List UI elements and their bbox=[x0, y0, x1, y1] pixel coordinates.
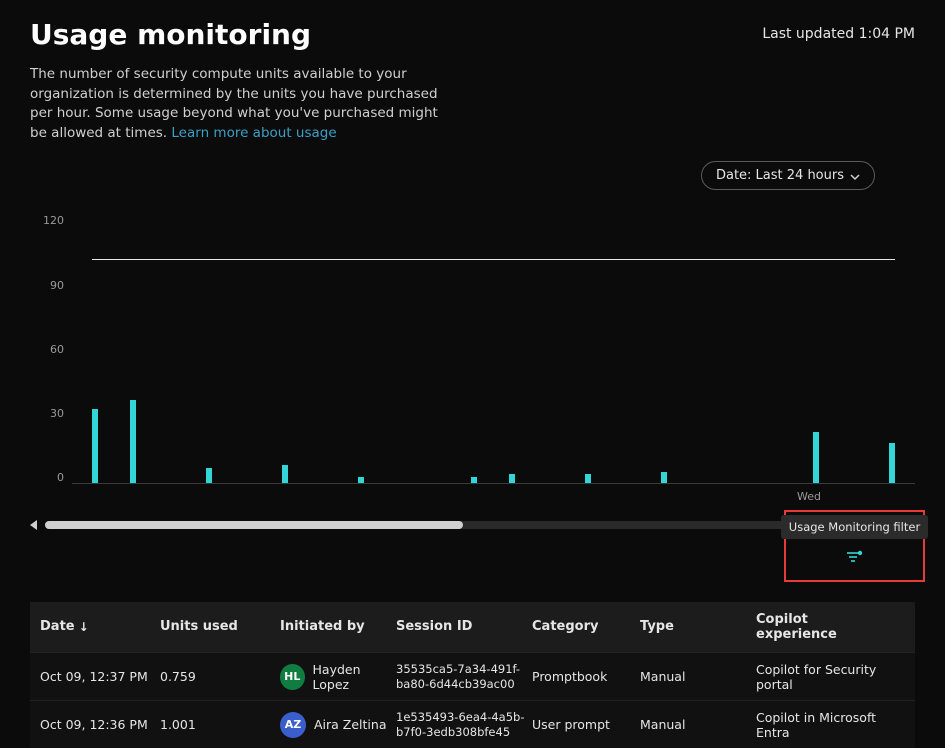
cell-session: 1e535493-6ea4-4a5b-b7f0-3edb308bfe45 bbox=[396, 710, 532, 739]
chart-bar[interactable] bbox=[585, 474, 591, 483]
cell-date: Oct 09, 12:37 PM bbox=[40, 669, 160, 684]
date-range-label: Date: Last 24 hours bbox=[716, 168, 844, 183]
filter-button[interactable] bbox=[846, 549, 864, 568]
cell-initiated: HL Hayden Lopez bbox=[280, 662, 396, 692]
col-session[interactable]: Session ID bbox=[396, 619, 532, 635]
table-header: Date ↓ Units used Initiated by Session I… bbox=[30, 602, 915, 652]
col-type[interactable]: Type bbox=[640, 619, 756, 635]
initiated-name: Aira Zeltina bbox=[314, 717, 386, 732]
col-copilot[interactable]: Copilot experience bbox=[756, 612, 886, 643]
filter-tooltip: Usage Monitoring filter bbox=[781, 515, 928, 539]
chart-y-tick: 0 bbox=[30, 471, 64, 484]
col-date[interactable]: Date ↓ bbox=[40, 619, 160, 635]
learn-more-link[interactable]: Learn more about usage bbox=[171, 125, 336, 141]
chart-bar[interactable] bbox=[661, 472, 667, 483]
table-row[interactable]: Oct 09, 12:36 PM1.001AZ Aira Zeltina 1e535… bbox=[30, 700, 915, 748]
chart-bars bbox=[92, 214, 895, 483]
chart-bar[interactable] bbox=[130, 400, 136, 483]
col-units[interactable]: Units used bbox=[160, 619, 280, 635]
cell-category: Promptbook bbox=[532, 669, 640, 684]
cell-units: 1.001 bbox=[160, 717, 280, 732]
chart-bar[interactable] bbox=[358, 477, 364, 484]
last-updated-label: Last updated 1:04 PM bbox=[762, 26, 915, 42]
cell-units: 0.759 bbox=[160, 669, 280, 684]
cell-copilot: Copilot for Security portal bbox=[756, 662, 886, 692]
cell-copilot: Copilot in Microsoft Entra bbox=[756, 710, 886, 740]
chart-bar[interactable] bbox=[206, 468, 212, 484]
chart-bar[interactable] bbox=[92, 409, 98, 483]
chevron-down-icon bbox=[850, 171, 860, 181]
chart-y-tick: 30 bbox=[30, 407, 64, 420]
sort-down-icon: ↓ bbox=[79, 620, 89, 634]
chart-bar[interactable] bbox=[509, 474, 515, 483]
scroll-left-icon[interactable] bbox=[30, 520, 37, 530]
filter-icon bbox=[846, 550, 864, 564]
avatar: AZ bbox=[280, 712, 306, 738]
chart-y-axis: 120 90 60 30 0 bbox=[30, 214, 64, 484]
chart-bar[interactable] bbox=[282, 465, 288, 483]
cell-type: Manual bbox=[640, 717, 756, 732]
chart-bar[interactable] bbox=[889, 443, 895, 484]
chart-bar[interactable] bbox=[471, 477, 477, 484]
chart-x-axis: Wed bbox=[72, 490, 915, 506]
chart-bar[interactable] bbox=[813, 432, 819, 484]
page-title: Usage monitoring bbox=[30, 18, 311, 51]
col-category[interactable]: Category bbox=[532, 619, 640, 635]
table-row[interactable]: Oct 09, 12:37 PM0.759HL Hayden Lopez35535… bbox=[30, 652, 915, 700]
avatar: HL bbox=[280, 664, 305, 690]
usage-chart: 120 90 60 30 0 Wed bbox=[30, 214, 915, 514]
chart-x-label: Wed bbox=[797, 490, 821, 503]
usage-table: Date ↓ Units used Initiated by Session I… bbox=[30, 602, 915, 748]
date-range-filter[interactable]: Date: Last 24 hours bbox=[701, 161, 875, 190]
cell-category: User prompt bbox=[532, 717, 640, 732]
chart-y-tick: 60 bbox=[30, 343, 64, 356]
initiated-name: Hayden Lopez bbox=[313, 662, 396, 692]
col-initiated[interactable]: Initiated by bbox=[280, 619, 396, 635]
scrollbar-thumb[interactable] bbox=[45, 521, 463, 529]
description-text: The number of security compute units ava… bbox=[0, 51, 480, 143]
chart-plot-area bbox=[72, 214, 915, 484]
cell-session: 35535ca5-7a34-491f-ba80-6d44cb39ac00 bbox=[396, 662, 532, 691]
chart-y-tick: 120 bbox=[30, 214, 64, 227]
cell-type: Manual bbox=[640, 669, 756, 684]
cell-date: Oct 09, 12:36 PM bbox=[40, 717, 160, 732]
cell-initiated: AZ Aira Zeltina bbox=[280, 712, 396, 738]
chart-y-tick: 90 bbox=[30, 279, 64, 292]
filter-callout-box: Usage Monitoring filter bbox=[784, 510, 925, 582]
